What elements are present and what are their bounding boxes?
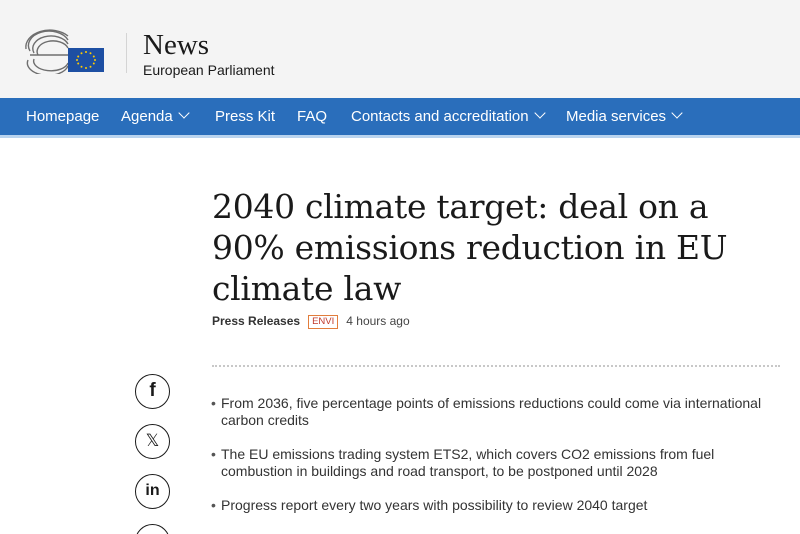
header-divider bbox=[126, 33, 127, 73]
nav-item-label: Media services bbox=[566, 108, 667, 125]
nav-item-press-kit[interactable]: Press Kit bbox=[215, 98, 275, 135]
linkedin-share-button[interactable]: in bbox=[135, 474, 170, 509]
main-navigation: Homepage Agenda Press Kit FAQ Contacts a… bbox=[0, 98, 800, 138]
chevron-down-icon bbox=[533, 107, 546, 119]
facebook-icon: f bbox=[149, 380, 156, 401]
nav-item-agenda[interactable]: Agenda bbox=[121, 98, 190, 135]
european-parliament-logo-icon[interactable] bbox=[24, 28, 106, 74]
site-subtitle: European Parliament bbox=[143, 62, 275, 78]
site-title[interactable]: News bbox=[143, 28, 209, 62]
facebook-share-button[interactable]: f bbox=[135, 374, 170, 409]
x-share-button[interactable]: 𝕏 bbox=[135, 424, 170, 459]
nav-item-label: Contacts and accreditation bbox=[351, 108, 529, 125]
nav-item-label: Press Kit bbox=[215, 108, 276, 125]
nav-item-label: Homepage bbox=[26, 108, 100, 125]
linkedin-icon: in bbox=[145, 482, 160, 499]
list-item: Progress report every two years with pos… bbox=[211, 497, 781, 514]
x-icon: 𝕏 bbox=[145, 431, 160, 450]
chevron-down-icon bbox=[178, 107, 190, 119]
article-highlights: From 2036, five percentage points of emi… bbox=[211, 395, 781, 531]
article-meta: Press Releases ENVI 4 hours ago bbox=[212, 313, 410, 329]
nav-item-contacts[interactable]: Contacts and accreditation bbox=[351, 98, 546, 135]
committee-badge[interactable]: ENVI bbox=[308, 315, 339, 329]
nav-item-faq[interactable]: FAQ bbox=[297, 98, 327, 135]
article-category[interactable]: Press Releases bbox=[212, 314, 300, 328]
article-timestamp: 4 hours ago bbox=[346, 314, 410, 328]
nav-item-label: Agenda bbox=[121, 108, 173, 125]
site-header: News European Parliament bbox=[0, 0, 800, 98]
list-item: From 2036, five percentage points of emi… bbox=[211, 395, 781, 429]
nav-item-label: FAQ bbox=[297, 108, 328, 125]
more-share-button[interactable] bbox=[135, 524, 170, 534]
nav-item-homepage[interactable]: Homepage bbox=[26, 98, 99, 135]
list-item: The EU emissions trading system ETS2, wh… bbox=[211, 446, 781, 480]
nav-item-media-services[interactable]: Media services bbox=[566, 98, 683, 135]
article-title: 2040 climate target: deal on a 90% emiss… bbox=[212, 187, 728, 308]
chevron-down-icon bbox=[671, 107, 683, 119]
section-divider bbox=[212, 365, 780, 367]
